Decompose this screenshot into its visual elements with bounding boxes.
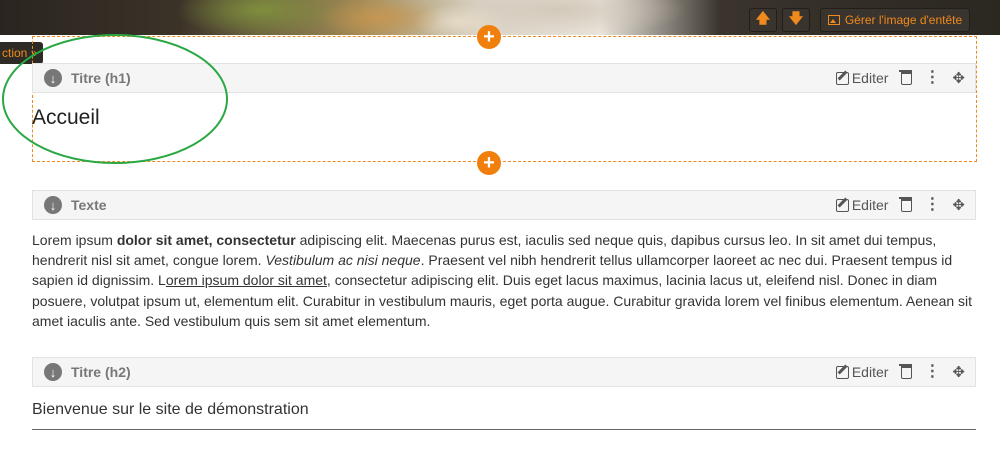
move-arrows-icon[interactable]: ✥ [952,196,965,214]
image-icon [827,15,840,25]
move-arrows-icon[interactable]: ✥ [952,69,965,87]
block-toolbar-h2: ↓ Titre (h2) Editer ⋮ ✥ [32,357,976,387]
plus-icon: + [483,152,495,174]
move-arrows-icon[interactable]: ✥ [952,363,965,381]
trash-icon[interactable] [899,196,913,212]
chevron-down-circle-icon[interactable]: ↓ [44,196,62,214]
add-block-top-button[interactable]: + [477,25,501,49]
edit-label: Editer [851,364,889,380]
arrow-down-icon: 🡇 [788,10,804,26]
pencil-square-icon [835,198,849,212]
subtitle-h2: Bienvenue sur le site de démonstration [32,401,309,418]
vertical-dots-icon[interactable]: ⋮ [924,197,940,213]
edit-button[interactable]: Editer [835,197,889,213]
block-toolbar-text: ↓ Texte Editer ⋮ ✥ [32,190,976,220]
add-block-bottom-button[interactable]: + [477,151,501,175]
manage-header-image-label: Gérer l'image d'entête [844,13,963,27]
edit-label: Editer [851,70,889,86]
edit-button[interactable]: Editer [835,364,889,380]
chevron-down-circle-icon[interactable]: ↓ [44,363,62,381]
annotation-ellipse [2,34,228,164]
plus-icon: + [483,26,495,48]
manage-header-image-button[interactable]: Gérer l'image d'entête [820,8,970,32]
vertical-dots-icon[interactable]: ⋮ [924,364,940,380]
arrow-up-icon: 🡅 [755,10,771,26]
edit-button[interactable]: Editer [835,70,889,86]
block-type-label: Texte [71,197,107,213]
block-type-label: Titre (h2) [71,364,131,380]
pencil-square-icon [835,365,849,379]
trash-icon[interactable] [899,69,913,85]
h2-underline-divider [32,429,976,430]
vertical-dots-icon[interactable]: ⋮ [924,70,940,86]
edit-label: Editer [851,197,889,213]
text-block-paragraph: Lorem ipsum dolor sit amet, consectetur … [32,232,973,329]
move-up-button[interactable]: 🡅 [749,8,777,32]
trash-icon[interactable] [899,363,913,379]
pencil-square-icon [835,71,849,85]
move-down-button[interactable]: 🡇 [782,8,810,32]
